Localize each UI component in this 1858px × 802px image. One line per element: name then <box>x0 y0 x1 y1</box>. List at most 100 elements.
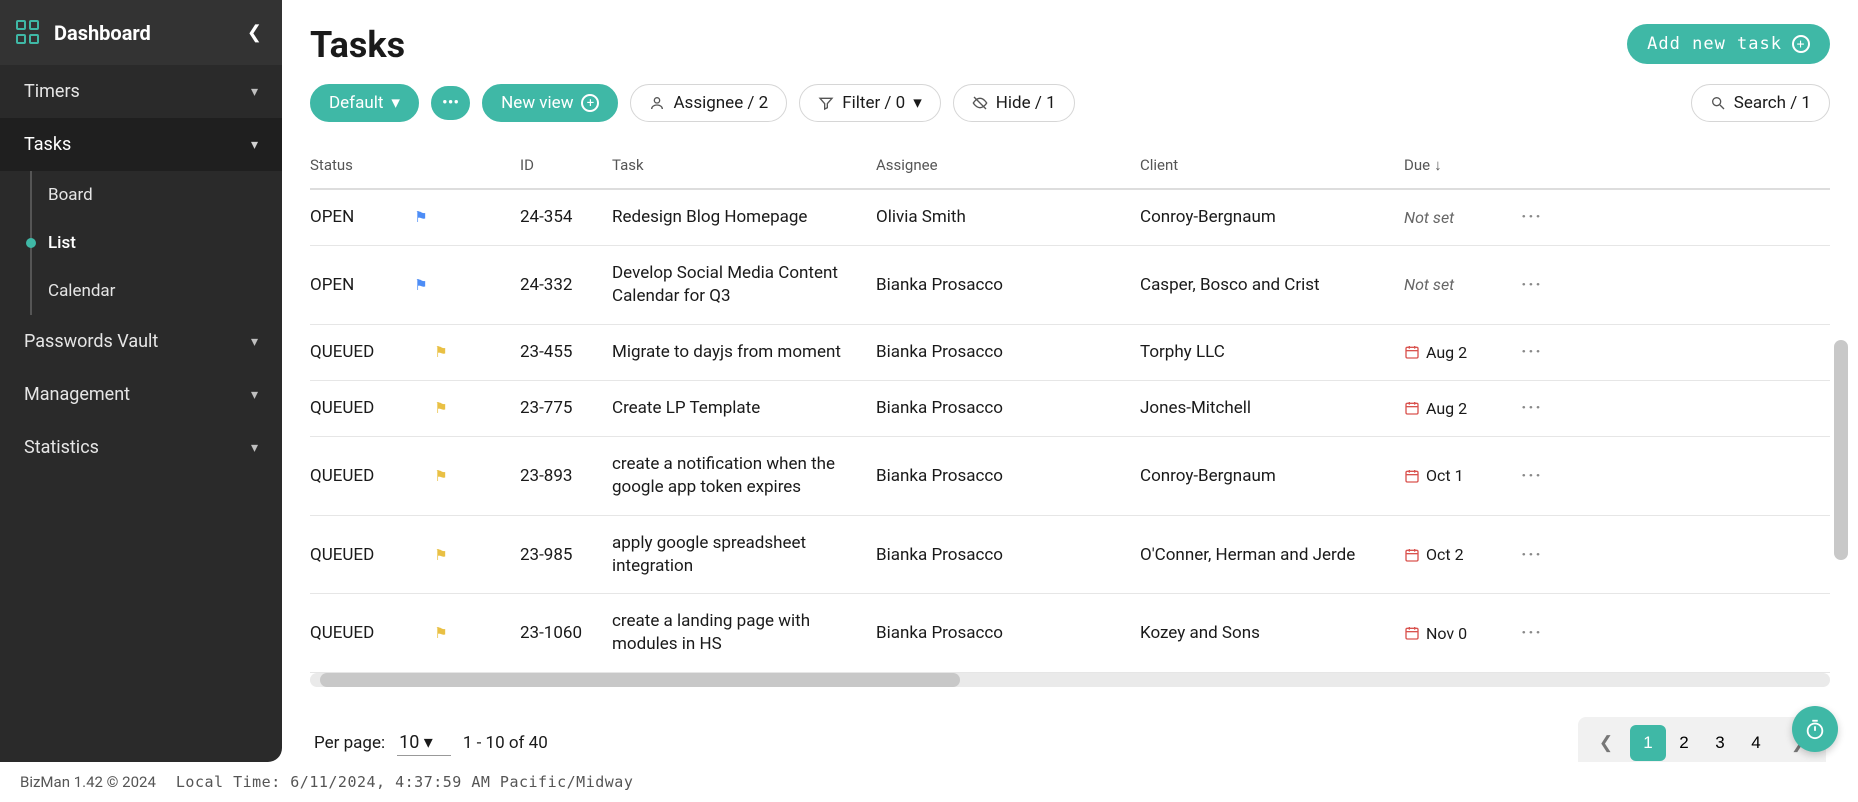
due-cell[interactable]: Not set <box>1404 208 1512 227</box>
flag-icon[interactable]: ⚑ <box>434 343 447 361</box>
assignee-name[interactable]: Bianka Prosacco <box>876 398 1140 418</box>
task-title[interactable]: Create LP Template <box>612 397 876 420</box>
chevron-down-icon: ▾ <box>913 93 922 113</box>
chevron-down-icon: ▾ <box>251 387 258 403</box>
pager-page-button[interactable]: 1 <box>1630 725 1666 761</box>
chevron-down-icon: ▾ <box>424 732 433 753</box>
table-row[interactable]: QUEUED ⚑ 23-893 create a notification wh… <box>310 437 1830 516</box>
column-assignee[interactable]: Assignee <box>876 156 1140 174</box>
due-cell[interactable]: Aug 2 <box>1404 399 1512 418</box>
assignee-name[interactable]: Bianka Prosacco <box>876 545 1140 565</box>
sidebar-subitems-tasks: Board List Calendar <box>0 171 282 315</box>
task-title[interactable]: create a landing page with modules in HS <box>612 610 876 656</box>
hide-columns-button[interactable]: Hide / 1 <box>953 84 1075 122</box>
flag-icon[interactable]: ⚑ <box>434 546 447 564</box>
flag-icon[interactable]: ⚑ <box>434 399 447 417</box>
column-id[interactable]: ID <box>520 156 612 174</box>
due-cell[interactable]: Aug 2 <box>1404 343 1512 362</box>
column-due-label: Due <box>1404 156 1430 174</box>
client-name[interactable]: Kozey and Sons <box>1140 623 1404 643</box>
assignee-filter-button[interactable]: Assignee / 2 <box>630 84 787 122</box>
due-cell[interactable]: Nov 0 <box>1404 624 1512 643</box>
row-more-button[interactable]: ··· <box>1512 398 1552 418</box>
table-row[interactable]: QUEUED ⚑ 23-775 Create LP Template Biank… <box>310 381 1830 437</box>
status-text: QUEUED <box>310 545 374 565</box>
sidebar-item-list[interactable]: List <box>30 219 282 267</box>
calendar-icon <box>1404 625 1420 641</box>
due-cell[interactable]: Oct 2 <box>1404 545 1512 564</box>
sidebar-group-tasks[interactable]: Tasks ▾ <box>0 118 282 171</box>
view-default-button[interactable]: Default ▾ <box>310 84 419 122</box>
column-task[interactable]: Task <box>612 156 876 174</box>
due-cell[interactable]: Oct 1 <box>1404 466 1512 485</box>
sidebar: Dashboard ❮ Timers ▾ Tasks ▾ Board List … <box>0 0 282 762</box>
client-name[interactable]: O'Conner, Herman and Jerde <box>1140 545 1404 565</box>
app-logo-icon <box>16 20 42 46</box>
due-cell[interactable]: Not set <box>1404 275 1512 294</box>
assignee-name[interactable]: Bianka Prosacco <box>876 342 1140 362</box>
flag-icon[interactable]: ⚑ <box>414 276 427 294</box>
pager-page-button[interactable]: 4 <box>1738 725 1774 761</box>
table-header: Status ID Task Assignee Client Due ↓ <box>310 142 1830 190</box>
sidebar-item-board[interactable]: Board <box>30 171 282 219</box>
tasks-table: Status ID Task Assignee Client Due ↓ OPE… <box>310 142 1830 687</box>
sidebar-item-calendar[interactable]: Calendar <box>30 267 282 315</box>
column-due[interactable]: Due ↓ <box>1404 156 1512 174</box>
pager-prev-button[interactable]: ❮ <box>1588 725 1624 761</box>
task-title[interactable]: apply google spreadsheet integration <box>612 532 876 578</box>
flag-icon[interactable]: ⚑ <box>434 624 447 642</box>
assignee-name[interactable]: Bianka Prosacco <box>876 275 1140 295</box>
filter-button[interactable]: Filter / 0 ▾ <box>799 84 941 122</box>
sidebar-group-statistics[interactable]: Statistics ▾ <box>0 421 282 474</box>
per-page-value: 10 <box>399 732 419 753</box>
assignee-name[interactable]: Olivia Smith <box>876 207 1140 227</box>
column-status[interactable]: Status <box>310 156 520 174</box>
client-name[interactable]: Jones-Mitchell <box>1140 398 1404 418</box>
vertical-scrollbar[interactable] <box>1834 340 1848 560</box>
row-more-button[interactable]: ··· <box>1512 342 1552 362</box>
add-new-task-button[interactable]: Add new task + <box>1627 24 1830 64</box>
assignee-name[interactable]: Bianka Prosacco <box>876 623 1140 643</box>
row-more-button[interactable]: ··· <box>1512 545 1552 565</box>
flag-icon[interactable]: ⚑ <box>434 467 447 485</box>
calendar-icon <box>1404 344 1420 360</box>
table-row[interactable]: OPEN ⚑ 24-332 Develop Social Media Conte… <box>310 246 1830 325</box>
task-title[interactable]: create a notification when the google ap… <box>612 453 876 499</box>
row-more-button[interactable]: ··· <box>1512 275 1552 295</box>
task-title[interactable]: Redesign Blog Homepage <box>612 206 876 229</box>
row-more-button[interactable]: ··· <box>1512 466 1552 486</box>
sidebar-collapse-button[interactable]: ❮ <box>243 18 266 47</box>
pager-page-button[interactable]: 2 <box>1666 725 1702 761</box>
status-text: QUEUED <box>310 623 374 643</box>
column-client[interactable]: Client <box>1140 156 1404 174</box>
task-title[interactable]: Migrate to dayjs from moment <box>612 341 876 364</box>
new-view-button[interactable]: New view + <box>482 84 618 122</box>
table-row[interactable]: QUEUED ⚑ 23-1060 create a landing page w… <box>310 594 1830 673</box>
assignee-name[interactable]: Bianka Prosacco <box>876 466 1140 486</box>
horizontal-scrollbar-thumb[interactable] <box>320 673 960 687</box>
table-row[interactable]: OPEN ⚑ 24-354 Redesign Blog Homepage Oli… <box>310 190 1830 246</box>
per-page-select[interactable]: 10 ▾ <box>397 730 451 756</box>
client-name[interactable]: Casper, Bosco and Crist <box>1140 275 1404 295</box>
search-button[interactable]: Search / 1 <box>1691 84 1830 122</box>
row-more-button[interactable]: ··· <box>1512 207 1552 227</box>
task-id: 23-775 <box>520 398 612 418</box>
row-more-button[interactable]: ··· <box>1512 623 1552 643</box>
client-name[interactable]: Torphy LLC <box>1140 342 1404 362</box>
pager-page-button[interactable]: 3 <box>1702 725 1738 761</box>
client-name[interactable]: Conroy-Bergnaum <box>1140 207 1404 227</box>
table-row[interactable]: QUEUED ⚑ 23-985 apply google spreadsheet… <box>310 516 1830 595</box>
view-toolbar: Default ▾ ••• New view + Assignee / 2 <box>310 84 1830 122</box>
app-title: Dashboard <box>54 21 231 45</box>
flag-icon[interactable]: ⚑ <box>414 208 427 226</box>
sidebar-group-passwords-vault[interactable]: Passwords Vault ▾ <box>0 315 282 368</box>
view-more-button[interactable]: ••• <box>431 86 470 120</box>
sidebar-group-timers[interactable]: Timers ▾ <box>0 65 282 118</box>
client-name[interactable]: Conroy-Bergnaum <box>1140 466 1404 486</box>
table-row[interactable]: QUEUED ⚑ 23-455 Migrate to dayjs from mo… <box>310 325 1830 381</box>
horizontal-scrollbar[interactable] <box>310 673 1830 687</box>
task-title[interactable]: Develop Social Media Content Calendar fo… <box>612 262 876 308</box>
hide-label: Hide / 1 <box>996 93 1056 113</box>
timer-fab-button[interactable] <box>1792 706 1838 752</box>
sidebar-group-management[interactable]: Management ▾ <box>0 368 282 421</box>
